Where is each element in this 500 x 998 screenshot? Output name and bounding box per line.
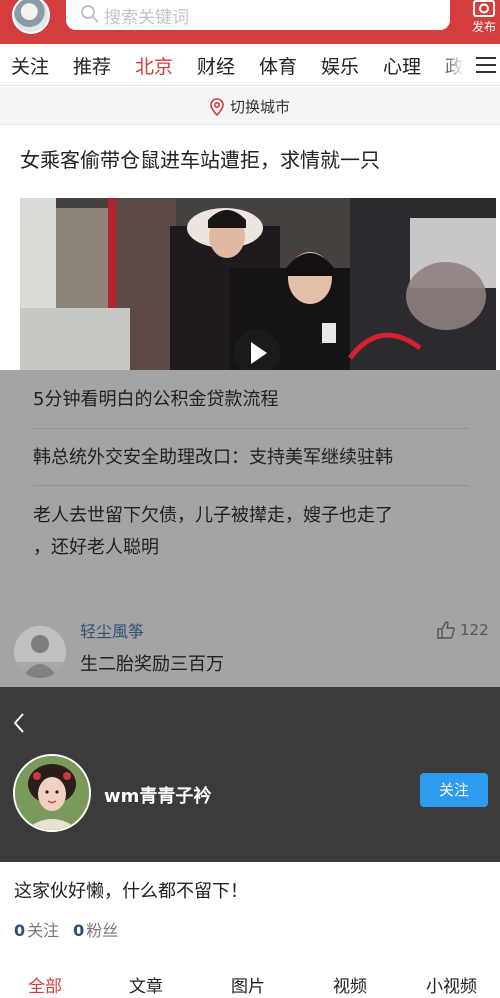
back-icon[interactable] bbox=[12, 712, 26, 734]
tab-follow[interactable]: 关注 bbox=[11, 52, 49, 79]
tabs-fade bbox=[440, 44, 474, 85]
following-label: 关注 bbox=[27, 921, 60, 940]
profile-avatar-image bbox=[15, 756, 89, 830]
tab-finance[interactable]: 财经 bbox=[197, 52, 235, 79]
followers-label: 粉丝 bbox=[86, 921, 119, 940]
search-icon bbox=[81, 5, 99, 23]
profile-name: wm青青子衿 bbox=[104, 786, 212, 807]
search-bar[interactable]: 搜索关键词 bbox=[66, 0, 450, 30]
publish-label: 发布 bbox=[471, 20, 496, 34]
commenter-avatar[interactable] bbox=[14, 626, 66, 678]
follow-button[interactable]: 关注 bbox=[420, 773, 488, 807]
like-count: 122 bbox=[460, 621, 489, 639]
tab-recommend[interactable]: 推荐 bbox=[73, 52, 111, 79]
divider bbox=[33, 428, 469, 429]
followers-stat[interactable]: 0 粉丝 bbox=[73, 917, 118, 941]
profile-header: wm青青子衿 关注 bbox=[0, 687, 500, 862]
related-item[interactable]: 5分钟看明白的公积金贷款流程 bbox=[33, 384, 278, 416]
tab-psychology[interactable]: 心理 bbox=[383, 52, 421, 79]
play-button[interactable] bbox=[234, 330, 280, 370]
like-button[interactable]: 122 bbox=[436, 620, 489, 640]
related-item[interactable]: 韩总统外交安全助理改口：支持美军继续驻韩 bbox=[33, 442, 393, 474]
tab-articles[interactable]: 文章 bbox=[129, 972, 163, 997]
tab-sports[interactable]: 体育 bbox=[259, 52, 297, 79]
city-switch-label: 切换城市 bbox=[230, 98, 291, 116]
related-item[interactable]: 老人去世留下欠债，儿子被撵走，嫂子也走了 bbox=[33, 500, 393, 532]
publish-button[interactable]: 发布 bbox=[468, 0, 500, 35]
user-avatar[interactable] bbox=[12, 0, 50, 34]
channel-tabs: 关注 推荐 北京 财经 体育 娱乐 心理 政 bbox=[0, 44, 500, 86]
profile-avatar[interactable] bbox=[13, 754, 91, 832]
top-header: 搜索关键词 发布 bbox=[0, 0, 500, 44]
following-count: 0 bbox=[14, 921, 26, 940]
commenter-name[interactable]: 轻尘風筝 bbox=[80, 618, 144, 642]
search-placeholder: 搜索关键词 bbox=[104, 8, 189, 28]
divider bbox=[33, 485, 469, 486]
thumbs-up-icon bbox=[437, 621, 455, 639]
menu-icon[interactable] bbox=[476, 56, 496, 74]
tab-short-videos[interactable]: 小视频 bbox=[426, 972, 477, 997]
news-headline[interactable]: 女乘客偷带仓鼠进车站遭拒，求情就一只 bbox=[20, 144, 380, 173]
camera-icon bbox=[473, 0, 495, 17]
location-pin-icon bbox=[210, 97, 224, 116]
profile-content-tabs: 全部 文章 图片 视频 小视频 bbox=[0, 970, 500, 998]
tab-entertainment[interactable]: 娱乐 bbox=[321, 52, 359, 79]
commenter-avatar-image bbox=[14, 626, 66, 678]
city-switch-bar[interactable]: 切换城市 bbox=[0, 87, 500, 125]
profile-bio: 这家伙好懒，什么都不留下！ bbox=[14, 881, 248, 902]
followers-count: 0 bbox=[73, 921, 85, 940]
comment-text: 生二胎奖励三百万 bbox=[80, 654, 224, 675]
profile-stats: 0 关注 0 粉丝 bbox=[14, 917, 118, 941]
tab-all[interactable]: 全部 bbox=[28, 972, 62, 997]
tab-videos[interactable]: 视频 bbox=[333, 972, 367, 997]
related-item-continued[interactable]: ，还好老人聪明 bbox=[33, 532, 159, 564]
related-list-overlay: 5分钟看明白的公积金贷款流程 韩总统外交安全助理改口：支持美军继续驻韩 老人去世… bbox=[0, 370, 500, 687]
tab-beijing[interactable]: 北京 bbox=[135, 52, 173, 79]
video-thumbnail[interactable] bbox=[20, 198, 496, 370]
tab-images[interactable]: 图片 bbox=[231, 972, 265, 997]
following-stat[interactable]: 0 关注 bbox=[14, 917, 59, 941]
